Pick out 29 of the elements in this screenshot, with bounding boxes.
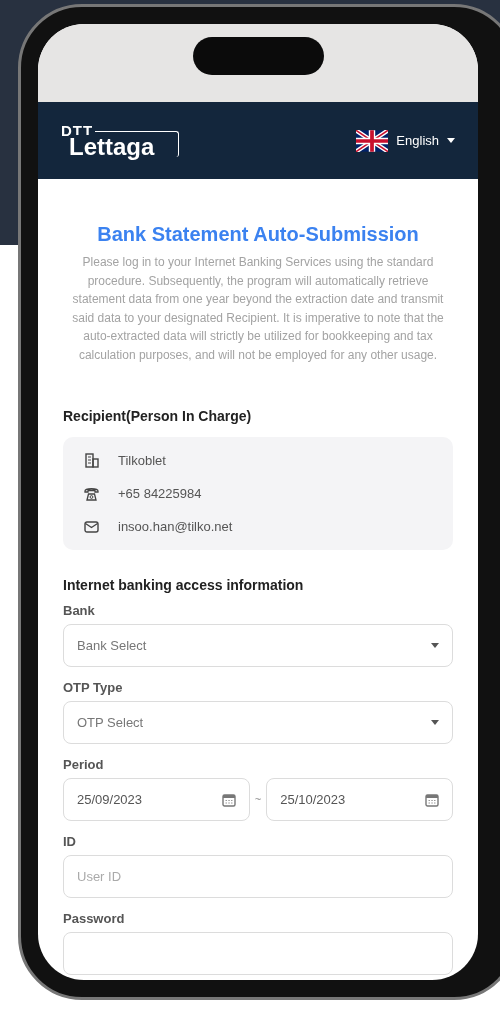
section-heading: Recipient(Person In Charge) [63, 407, 253, 426]
calendar-icon [221, 792, 236, 807]
date-field[interactable]: 25/09/2023 [63, 778, 250, 821]
description-text: Please log in to your Internet Banking Services using the standard procedure. Subsequently, the program will automatically retrieve statement data from one year beyond the extraction date and transmit said data to your designated Recipient. It is imperative to note that the auto-extracted data will strictly be utilized for bookkeeping and tax calculation purposes, and will not be employed for any other usage. [71, 254, 445, 364]
select-field[interactable]: OTP Select [63, 701, 453, 744]
recipient-detail: Tilkoblet [118, 451, 166, 470]
phone-icon [84, 486, 99, 501]
caret-icon [431, 720, 439, 725]
field-label: Password [63, 911, 126, 927]
field-label: OTP Type [63, 680, 124, 696]
field-label: Period [63, 757, 105, 773]
building-icon [84, 453, 99, 468]
uk-flag-icon [356, 129, 389, 152]
recipient-detail: insoo.han@tilko.net [118, 517, 233, 536]
recipient-detail: +65 84225984 [118, 484, 202, 503]
select-field[interactable]: Bank Select [63, 624, 453, 667]
range-separator: ~ [254, 792, 262, 808]
field-label: ID [63, 834, 77, 850]
date-field[interactable]: 25/10/2023 [266, 778, 453, 821]
field-label: Bank [63, 603, 96, 619]
page-title: Bank Statement Auto-Submission [96, 222, 420, 246]
logo: DTT Lettaga [61, 122, 181, 159]
input-field[interactable] [63, 932, 453, 975]
calendar-icon [425, 792, 439, 807]
language-selector[interactable]: English [356, 129, 455, 152]
section-heading: Internet banking access information [63, 576, 305, 595]
caret-icon [447, 138, 455, 143]
caret-icon [431, 643, 439, 648]
envelope-icon [84, 520, 99, 533]
